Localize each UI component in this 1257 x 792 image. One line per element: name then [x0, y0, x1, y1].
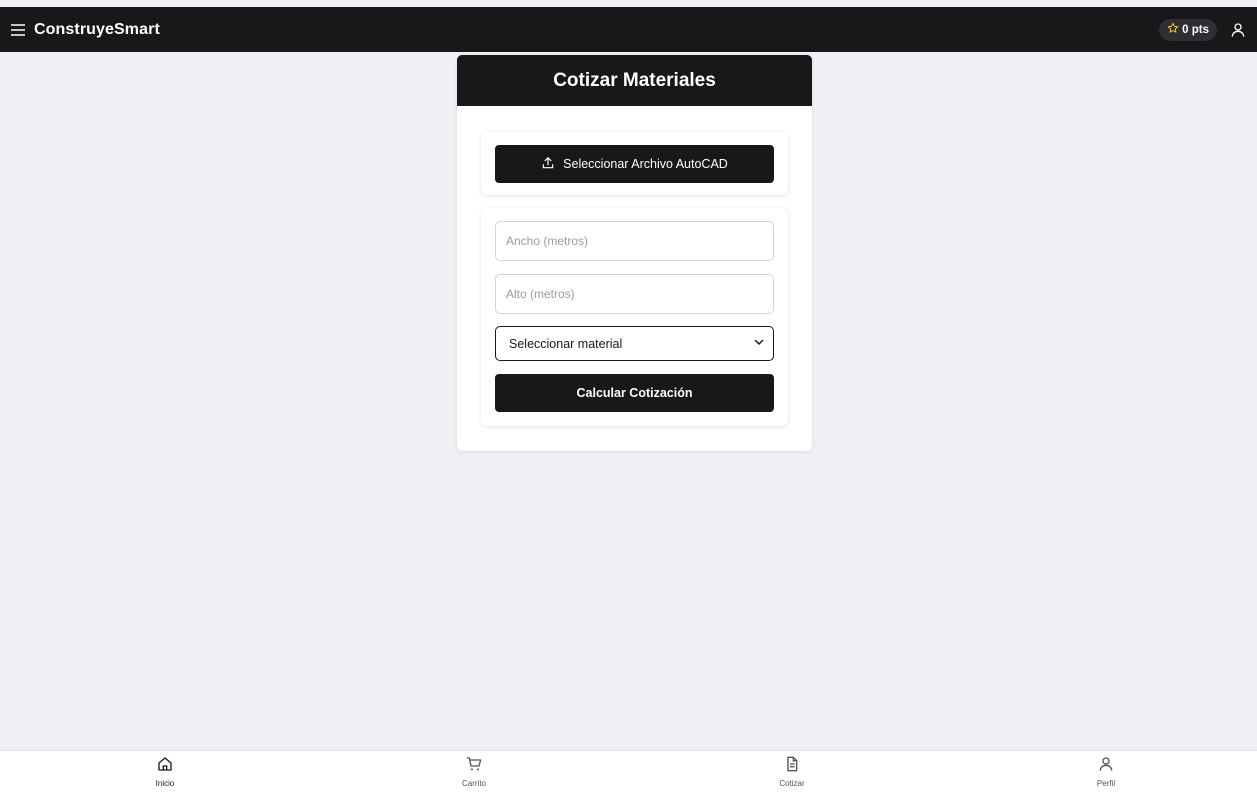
upload-button-label: Seleccionar Archivo AutoCAD — [563, 157, 728, 171]
nav-label-inicio: Inicio — [155, 779, 175, 788]
points-label: 0 pts — [1182, 23, 1209, 36]
card-title: Cotizar Materiales — [457, 55, 812, 106]
dimensions-form: Seleccionar material Calcular Cotización — [481, 208, 788, 426]
brand: ConstruyeSmart — [10, 21, 160, 39]
height-input[interactable] — [495, 274, 774, 314]
star-icon — [1167, 22, 1179, 37]
document-icon — [784, 756, 800, 777]
points-badge[interactable]: 0 pts — [1159, 18, 1217, 41]
chevron-down-icon — [753, 336, 765, 351]
material-select-value: Seleccionar material — [509, 336, 623, 351]
nav-item-carrito[interactable]: Carrito — [434, 751, 514, 792]
bottom-nav: Inicio Carrito Cotizar Perfil — [0, 750, 1257, 792]
nav-label-perfil: Perfil — [1096, 779, 1116, 788]
upload-panel: Seleccionar Archivo AutoCAD — [481, 132, 788, 195]
nav-label-cotizar: Cotizar — [779, 779, 805, 788]
width-input[interactable] — [495, 221, 774, 261]
material-select[interactable]: Seleccionar material — [495, 326, 774, 361]
nav-item-cotizar[interactable]: Cotizar — [752, 751, 832, 792]
quote-card: Cotizar Materiales Seleccionar Archivo A… — [457, 55, 812, 451]
user-account-icon[interactable] — [1229, 21, 1247, 39]
nav-item-perfil[interactable]: Perfil — [1066, 751, 1146, 792]
header-actions: 0 pts — [1159, 18, 1247, 41]
calculate-quote-button[interactable]: Calcular Cotización — [495, 374, 774, 412]
home-icon — [157, 756, 173, 777]
nav-label-carrito: Carrito — [461, 779, 486, 788]
nav-item-inicio[interactable]: Inicio — [125, 751, 205, 792]
cart-icon — [466, 756, 482, 777]
hamburger-menu-icon[interactable] — [10, 22, 26, 38]
user-icon — [1098, 756, 1114, 777]
top-bar: ConstruyeSmart 0 pts — [0, 7, 1257, 52]
upload-icon — [541, 156, 555, 173]
app-title[interactable]: ConstruyeSmart — [34, 21, 160, 39]
select-autocad-file-button[interactable]: Seleccionar Archivo AutoCAD — [495, 145, 774, 183]
